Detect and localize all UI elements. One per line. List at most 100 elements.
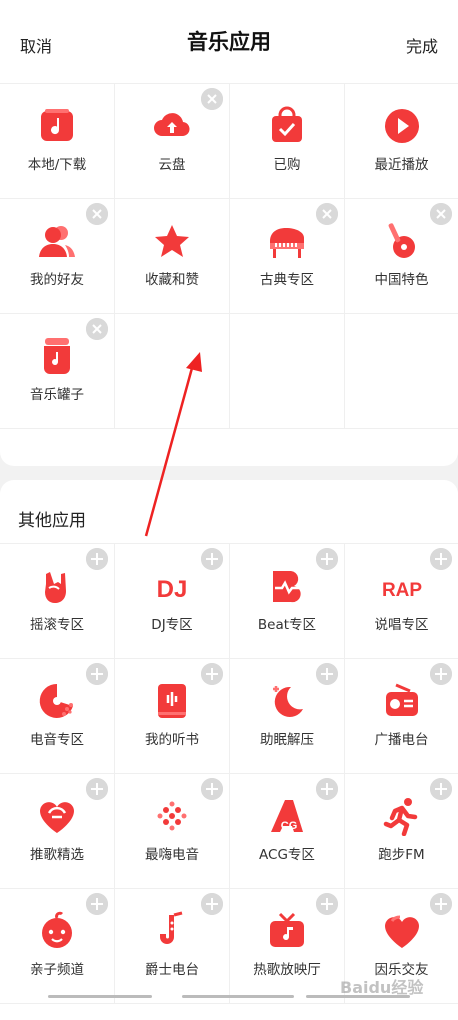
add-icon — [430, 663, 452, 685]
add-icon — [201, 548, 223, 570]
add-icon — [316, 663, 338, 685]
add-button[interactable] — [201, 548, 223, 570]
app-label: 广播电台 — [374, 732, 429, 748]
add-icon — [430, 893, 452, 915]
moon-icon — [273, 686, 303, 717]
shopping-bag-check-icon — [272, 106, 302, 142]
app-tile[interactable]: 摇滚专区 — [0, 543, 115, 659]
remove-icon — [201, 88, 223, 110]
remove-button[interactable] — [430, 203, 452, 225]
acg-icon: CG — [271, 800, 303, 832]
app-label: 助眠解压 — [260, 732, 314, 748]
add-button[interactable] — [86, 663, 108, 685]
music-folder-icon — [41, 109, 73, 141]
empty-slot — [230, 313, 345, 429]
tv-music-icon — [270, 912, 304, 947]
svg-text:CG: CG — [281, 820, 298, 832]
pipa-icon — [388, 223, 415, 258]
add-icon — [316, 893, 338, 915]
dot-matrix-icon — [157, 801, 187, 831]
app-tile[interactable]: Beat专区 — [230, 543, 345, 659]
app-label: 最嗨电音 — [145, 847, 199, 863]
app-tile[interactable]: 已购 — [230, 83, 345, 199]
other-apps-grid: 摇滚专区 DJ DJ专区 Beat专区 RAP 说唱专区电音专区 我的听书 助眠解压 广播电台推… — [0, 543, 458, 1004]
app-label: 亲子频道 — [30, 962, 84, 978]
remove-icon — [86, 203, 108, 225]
app-tile[interactable]: DJ DJ专区 — [115, 543, 230, 659]
electronic-disc-icon — [39, 683, 73, 718]
other-apps-title: 其他应用 — [18, 511, 86, 531]
add-icon — [201, 893, 223, 915]
app-tile[interactable]: 最嗨电音 — [115, 773, 230, 889]
remove-button[interactable] — [86, 318, 108, 340]
app-tile[interactable]: 中国特色 — [345, 198, 458, 314]
scroll-indicator — [182, 995, 294, 998]
music-heart-icon — [384, 915, 419, 948]
app-label: 中国特色 — [374, 272, 429, 288]
empty-slot — [345, 313, 458, 429]
app-tile[interactable]: 云盘 — [115, 83, 230, 199]
add-icon — [86, 893, 108, 915]
add-button[interactable] — [316, 778, 338, 800]
app-label: 云盘 — [158, 157, 186, 173]
app-label: 收藏和赞 — [145, 272, 199, 288]
remove-icon — [430, 203, 452, 225]
app-tile[interactable]: 爵士电台 — [115, 888, 230, 1004]
piano-icon — [270, 228, 304, 258]
add-button[interactable] — [86, 893, 108, 915]
add-button[interactable] — [430, 548, 452, 570]
app-tile[interactable]: 音乐罐子 — [0, 313, 115, 429]
remove-button[interactable] — [201, 88, 223, 110]
add-icon — [430, 548, 452, 570]
my-apps-section: 本地/下载 云盘 已购 最近播放我的好友 收藏和赞 古典专区 中国特色音乐罐子 — [0, 83, 458, 466]
app-label: 摇滚专区 — [30, 617, 84, 633]
remove-button[interactable] — [316, 203, 338, 225]
add-icon — [430, 778, 452, 800]
beat-icon — [273, 571, 302, 603]
add-button[interactable] — [201, 663, 223, 685]
app-tile[interactable]: 收藏和赞 — [115, 198, 230, 314]
remove-button[interactable] — [86, 203, 108, 225]
add-button[interactable] — [316, 893, 338, 915]
app-tile[interactable]: 本地/下载 — [0, 83, 115, 199]
app-label: 最近播放 — [374, 157, 429, 173]
rap-icon: RAP — [382, 580, 422, 601]
other-apps-section: 其他应用 摇滚专区 DJ DJ专区 Beat专区 RAP 说唱专区电音专区 我的听书 助眠解压… — [0, 480, 458, 1020]
add-icon — [316, 548, 338, 570]
app-tile[interactable]: 广播电台 — [345, 658, 458, 774]
app-label: 音乐罐子 — [30, 387, 84, 403]
cloud-upload-icon — [154, 113, 190, 137]
app-label: 我的听书 — [145, 732, 199, 748]
add-button[interactable] — [201, 893, 223, 915]
app-tile[interactable]: 最近播放 — [345, 83, 458, 199]
app-tile[interactable]: 热歌放映厅 — [230, 888, 345, 1004]
app-tile[interactable]: CG ACG专区 — [230, 773, 345, 889]
add-button[interactable] — [316, 548, 338, 570]
app-tile[interactable]: 我的好友 — [0, 198, 115, 314]
add-button[interactable] — [201, 778, 223, 800]
add-button[interactable] — [86, 778, 108, 800]
add-button[interactable] — [86, 548, 108, 570]
runner-icon — [383, 798, 417, 836]
app-tile[interactable]: 我的听书 — [115, 658, 230, 774]
add-button[interactable] — [430, 893, 452, 915]
top-bar: 取消 音乐应用 完成 — [0, 0, 458, 84]
app-tile[interactable]: 推歌精选 — [0, 773, 115, 889]
app-tile[interactable]: 助眠解压 — [230, 658, 345, 774]
app-tile[interactable]: 跑步FM — [345, 773, 458, 889]
app-tile[interactable]: RAP 说唱专区 — [345, 543, 458, 659]
app-tile[interactable]: 电音专区 — [0, 658, 115, 774]
add-icon — [201, 663, 223, 685]
done-button[interactable]: 完成 — [406, 33, 438, 57]
remove-icon — [316, 203, 338, 225]
add-button[interactable] — [430, 778, 452, 800]
remove-icon — [86, 318, 108, 340]
app-tile[interactable]: 亲子频道 — [0, 888, 115, 1004]
add-button[interactable] — [430, 663, 452, 685]
app-label: 古典专区 — [260, 272, 314, 288]
add-icon — [316, 778, 338, 800]
audiobook-icon — [158, 684, 186, 718]
add-button[interactable] — [316, 663, 338, 685]
app-label: 本地/下载 — [27, 157, 87, 173]
app-tile[interactable]: 古典专区 — [230, 198, 345, 314]
